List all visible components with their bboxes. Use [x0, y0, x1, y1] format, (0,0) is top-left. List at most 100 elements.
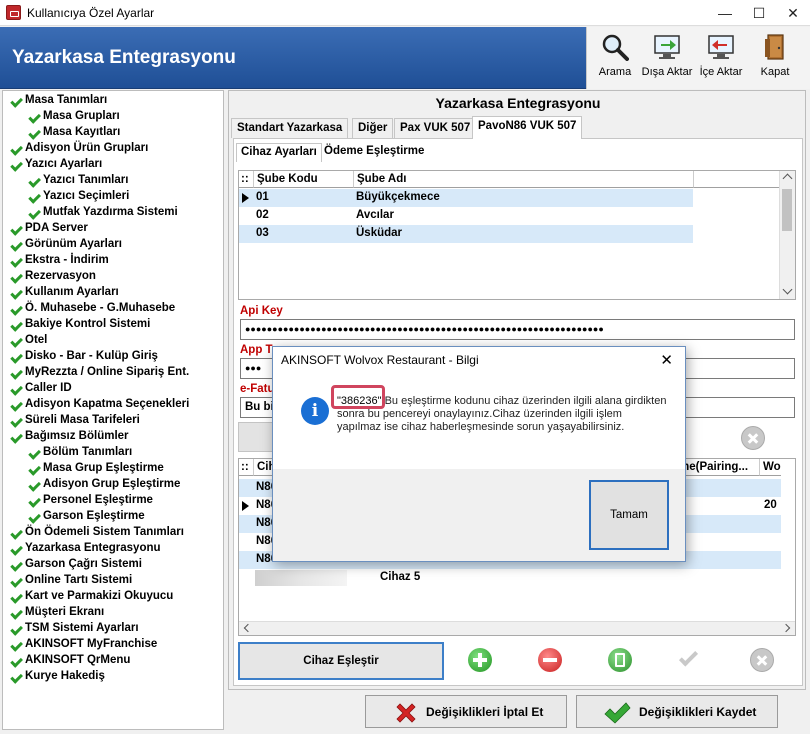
info-icon: i — [301, 397, 329, 425]
grid-header-branch-code[interactable]: Şube Kodu — [253, 171, 353, 188]
tree-item[interactable]: Online Tartı Sistemi — [7, 572, 132, 588]
tree-item[interactable]: MyRezzta / Online Sipariş Ent. — [7, 364, 189, 380]
tree-item[interactable]: Yazıcı Seçimleri — [25, 188, 129, 204]
tree-item[interactable]: Ekstra - İndirim — [7, 252, 109, 268]
minimize-button[interactable]: — — [708, 0, 742, 26]
book-exit-icon — [765, 34, 784, 60]
subtab-cihaz-ayarlari[interactable]: Cihaz Ayarları — [236, 143, 322, 162]
tree-item[interactable]: Adisyon Grup Eşleştirme — [25, 476, 180, 492]
tree-item[interactable]: Mutfak Yazdırma Sistemi — [25, 204, 178, 220]
confirm-check-icon — [676, 647, 702, 670]
tab-pavon86-vuk[interactable]: PavoN86 VUK 507 — [472, 116, 583, 139]
tree-item-label: AKINSOFT QrMenu — [25, 654, 131, 666]
tree-item[interactable]: Yazıcı Tanımları — [25, 172, 128, 188]
import-monitor-icon — [708, 35, 734, 59]
tree-item-label: Müşteri Ekranı — [25, 606, 105, 618]
tree-item[interactable]: AKINSOFT QrMenu — [7, 652, 130, 668]
tree-item[interactable]: Bölüm Tanımları — [25, 444, 132, 460]
tree-item[interactable]: Kart ve Parmakizi Okuyucu — [7, 588, 173, 604]
tree-item[interactable]: Süreli Masa Tarifeleri — [7, 412, 140, 428]
tree-item[interactable]: Rezervasyon — [7, 268, 96, 284]
tree-item[interactable]: Masa Grup Eşleştirme — [25, 460, 164, 476]
tree-item-label: Online Tartı Sistemi — [25, 574, 133, 586]
tree-item[interactable]: Kurye Hakediş — [7, 668, 105, 684]
scroll-right-icon[interactable] — [781, 623, 791, 633]
grid2-horizontal-scrollbar[interactable] — [239, 621, 795, 635]
table-row[interactable]: 02 Avcılar — [239, 207, 693, 225]
branch-name-cell: Üsküdar — [356, 227, 403, 239]
grid2-header-pairing[interactable]: me(Pairing... — [675, 459, 759, 476]
tree-item[interactable]: Görünüm Ayarları — [7, 236, 122, 252]
tree-item[interactable]: Kullanım Ayarları — [7, 284, 119, 300]
branch-code-cell: 02 — [256, 209, 269, 221]
add-icon[interactable] — [468, 648, 492, 672]
tree-item[interactable]: Masa Grupları — [25, 108, 120, 124]
check-icon — [7, 653, 21, 667]
close-module-button[interactable]: Kapat — [749, 29, 801, 85]
tree-item[interactable]: Otel — [7, 332, 47, 348]
tree-item[interactable]: Disko - Bar - Kulüp Giriş — [7, 348, 158, 364]
save-changes-button[interactable]: Değişiklikleri Kaydet — [576, 695, 778, 728]
scroll-down-icon[interactable] — [782, 284, 793, 295]
check-icon — [25, 445, 39, 459]
tree-item[interactable]: Masa Tanımları — [7, 92, 107, 108]
table-row[interactable]: Cihaz 5 — [239, 569, 781, 587]
grid-scrollbar[interactable] — [779, 171, 795, 299]
grid2-header-marker: :: — [239, 459, 253, 476]
tree-item[interactable]: Adisyon Ürün Grupları — [7, 140, 148, 156]
dialog-message: "386236" Bu eşleştirme kodunu cihaz üzer… — [337, 395, 667, 434]
export-button[interactable]: Dışa Aktar — [641, 29, 693, 85]
tree-item[interactable]: Bakiye Kontrol Sistemi — [7, 316, 150, 332]
grid2-header-wo[interactable]: Wo — [759, 459, 781, 476]
tree-item[interactable]: PDA Server — [7, 220, 88, 236]
tree-item[interactable]: AKINSOFT MyFranchise — [7, 636, 157, 652]
remove-icon[interactable] — [538, 648, 562, 672]
code-highlight-box — [331, 385, 385, 409]
tree-item[interactable]: Müşteri Ekranı — [7, 604, 104, 620]
dialog-close-icon[interactable]: ✕ — [660, 351, 673, 369]
scroll-left-icon[interactable] — [243, 623, 253, 633]
tree-item[interactable]: Yazarkasa Entegrasyonu — [7, 540, 161, 556]
table-row[interactable]: 03 Üsküdar — [239, 225, 693, 243]
tree-item[interactable]: Yazıcı Ayarları — [7, 156, 102, 172]
tree-item-label: MyRezzta / Online Sipariş Ent. — [25, 366, 190, 378]
current-row-arrow-icon — [242, 193, 249, 203]
window-title: Kullanıcıya Özel Ayarlar — [27, 6, 155, 20]
api-key-label: Api Key — [240, 305, 283, 317]
tree-item-label: Masa Kayıtları — [43, 126, 121, 138]
table-row[interactable]: 01 Büyükçekmece — [239, 189, 693, 207]
check-icon — [7, 301, 21, 315]
tree-item[interactable]: Bağımsız Bölümler — [7, 428, 129, 444]
tree-item[interactable]: Ön Ödemeli Sistem Tanımları — [7, 524, 184, 540]
tree-item-label: AKINSOFT MyFranchise — [25, 638, 158, 650]
check-icon — [7, 381, 21, 395]
tab-pax-vuk[interactable]: Pax VUK 507 — [394, 118, 477, 138]
tab-diger[interactable]: Diğer — [352, 118, 394, 138]
import-button[interactable]: İçe Aktar — [695, 29, 747, 85]
tree-item[interactable]: Masa Kayıtları — [25, 124, 120, 140]
maximize-button[interactable]: ☐ — [742, 0, 776, 26]
tab-standart-yazarkasa[interactable]: Standart Yazarkasa — [231, 118, 349, 138]
api-key-field[interactable]: ●●●●●●●●●●●●●●●●●●●●●●●●●●●●●●●●●●●●●●●●… — [240, 319, 795, 340]
disabled-cancel-icon — [741, 426, 765, 450]
tree-item[interactable]: Garson Eşleştirme — [25, 508, 145, 524]
cancel-changes-button[interactable]: Değişiklikleri İptal Et — [365, 695, 567, 728]
tree-item-label: Süreli Masa Tarifeleri — [25, 414, 140, 426]
grid-header-branch-name[interactable]: Şube Adı — [353, 171, 693, 188]
scroll-up-icon[interactable] — [782, 173, 793, 184]
ok-button[interactable]: Tamam — [589, 480, 669, 550]
tree-item-label: TSM Sistemi Ayarları — [25, 622, 139, 634]
close-button[interactable]: ✕ — [776, 0, 810, 26]
tree-item[interactable]: TSM Sistemi Ayarları — [7, 620, 139, 636]
cancel-icon — [750, 648, 774, 672]
subtab-odeme-eslestirme[interactable]: Ödeme Eşleştirme — [320, 143, 428, 162]
tree-item[interactable]: Ö. Muhasebe - G.Muhasebe — [7, 300, 175, 316]
tree-item[interactable]: Garson Çağrı Sistemi — [7, 556, 142, 572]
tree-item[interactable]: Personel Eşleştirme — [25, 492, 153, 508]
edit-icon[interactable] — [608, 648, 632, 672]
pair-device-button[interactable]: Cihaz Eşleştir — [238, 642, 444, 680]
search-button[interactable]: Arama — [589, 29, 641, 85]
tree-item[interactable]: Adisyon Kapatma Seçenekleri — [7, 396, 189, 412]
scroll-thumb[interactable] — [782, 189, 792, 231]
tree-item[interactable]: Caller ID — [7, 380, 72, 396]
